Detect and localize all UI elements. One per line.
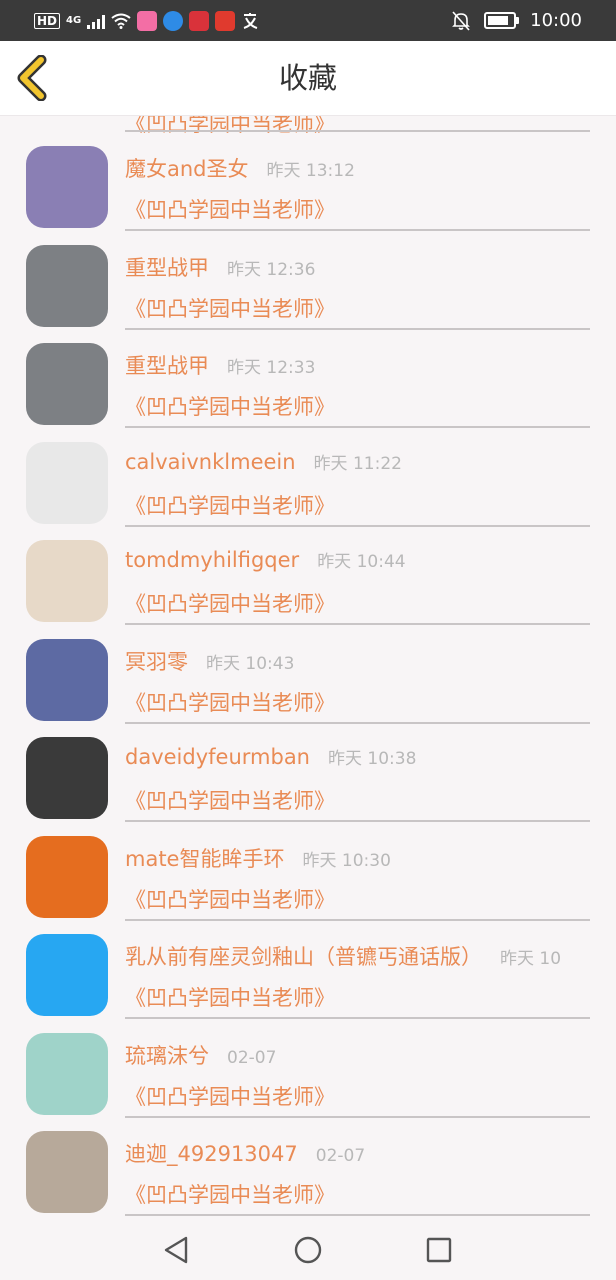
item-header: 乳从前有座灵剑釉山（普镳丐通话版） 昨天 10 <box>125 941 561 971</box>
item-header: 琉璃沫兮 02-07 <box>125 1040 276 1070</box>
page-title: 收藏 <box>278 61 337 95</box>
avatar[interactable] <box>26 1131 108 1213</box>
circle-home-icon <box>294 1236 322 1264</box>
user-name[interactable]: 魔女and圣女 <box>125 157 249 181</box>
user-name[interactable]: 重型战甲 <box>125 354 209 378</box>
list-item[interactable]: calvaivnklmeein 昨天 11:22 《凹凸学园中当老师》 <box>0 412 616 527</box>
timestamp: 昨天 10:44 <box>317 552 406 572</box>
timestamp: 昨天 10:30 <box>302 850 391 871</box>
list-item[interactable]: mate智能眸手环 昨天 10:30 《凹凸学园中当老师》 <box>0 806 616 921</box>
network-type-label: 4G <box>66 15 82 26</box>
battery-icon <box>484 12 520 29</box>
nav-recents-button[interactable] <box>424 1235 454 1265</box>
item-header: 魔女and圣女 昨天 13:12 <box>125 153 355 183</box>
nav-home-button[interactable] <box>293 1235 323 1265</box>
timestamp: 昨天 10 <box>500 949 562 969</box>
user-name[interactable]: 乳从前有座灵剑釉山（普镳丐通话版） <box>125 945 482 969</box>
timestamp: 昨天 10:38 <box>328 749 417 769</box>
item-header: mate智能眸手环 昨天 10:30 <box>125 843 391 873</box>
list-item[interactable]: 乳从前有座灵剑釉山（普镳丐通话版） 昨天 10 《凹凸学园中当老师》 <box>0 904 616 1019</box>
list-item[interactable]: daveidyfeurmban 昨天 10:38 《凹凸学园中当老师》 <box>0 707 616 822</box>
user-name[interactable]: calvaivnklmeein <box>125 450 296 474</box>
translate-icon <box>243 12 258 29</box>
list-item[interactable]: 魔女and圣女 昨天 13:12 《凹凸学园中当老师》 <box>0 116 616 231</box>
item-header: 重型战甲 昨天 12:33 <box>125 350 315 380</box>
list-item[interactable]: 重型战甲 昨天 12:33 《凹凸学园中当老师》 <box>0 313 616 428</box>
square-recents-icon <box>426 1237 452 1263</box>
item-header: 迪迦_492913047 02-07 <box>125 1138 365 1168</box>
timestamp: 昨天 11:22 <box>313 453 402 474</box>
list-item[interactable]: tomdmyhilfigqer 昨天 10:44 《凹凸学园中当老师》 <box>0 510 616 625</box>
list-item[interactable]: 迪迦_492913047 02-07 《凹凸学园中当老师》 <box>0 1101 616 1216</box>
list-item[interactable]: 琉璃沫兮 02-07 《凹凸学园中当老师》 <box>0 1003 616 1118</box>
reader-notification-icon <box>189 10 210 31</box>
chevron-left-icon <box>17 54 47 102</box>
item-header: calvaivnklmeein 昨天 11:22 <box>125 449 402 474</box>
user-name[interactable]: daveidyfeurmban <box>125 745 310 769</box>
favorites-list[interactable]: 《凹凸学园中当老师》 魔女and圣女 昨天 13:12 《凹凸学园中当老师》 重型战甲… <box>0 116 616 1218</box>
user-name[interactable]: 重型战甲 <box>125 256 209 280</box>
back-button[interactable] <box>14 54 54 102</box>
status-bar: HD 4G 10:00 <box>0 0 616 41</box>
timestamp: 昨天 10:43 <box>206 653 295 674</box>
signal-icon <box>87 13 106 29</box>
timestamp: 昨天 12:36 <box>227 259 316 280</box>
browser-notification-icon <box>163 10 184 31</box>
user-name[interactable]: 琉璃沫兮 <box>125 1044 209 1068</box>
book-title[interactable]: 《凹凸学园中当老师》 <box>125 1179 335 1209</box>
user-name[interactable]: tomdmyhilfigqer <box>125 548 299 572</box>
news-notification-icon <box>215 10 236 31</box>
list-item[interactable]: 重型战甲 昨天 12:36 《凹凸学园中当老师》 <box>0 215 616 330</box>
system-nav-bar <box>0 1218 616 1280</box>
item-header: 冥羽零 昨天 10:43 <box>125 646 294 676</box>
status-time: 10:00 <box>530 10 582 31</box>
wifi-icon <box>111 13 131 29</box>
app-header: 收藏 <box>0 41 616 116</box>
timestamp: 昨天 12:33 <box>227 358 316 378</box>
timestamp: 02-07 <box>227 1047 277 1068</box>
user-name[interactable]: mate智能眸手环 <box>125 847 284 871</box>
user-name[interactable]: 迪迦_492913047 <box>125 1142 298 1166</box>
mute-bell-icon <box>452 10 471 31</box>
divider <box>125 1214 590 1216</box>
app-notification-icon <box>137 10 158 31</box>
nav-back-button[interactable] <box>162 1235 192 1265</box>
triangle-back-icon <box>164 1236 188 1264</box>
timestamp: 昨天 13:12 <box>266 161 355 181</box>
timestamp: 02-07 <box>315 1146 366 1166</box>
list-item[interactable]: 冥羽零 昨天 10:43 《凹凸学园中当老师》 <box>0 609 616 724</box>
item-header: daveidyfeurmban 昨天 10:38 <box>125 744 416 769</box>
user-name[interactable]: 冥羽零 <box>125 650 188 674</box>
hd-indicator: HD <box>34 12 61 29</box>
item-header: tomdmyhilfigqer 昨天 10:44 <box>125 547 406 572</box>
item-header: 重型战甲 昨天 12:36 <box>125 252 315 282</box>
